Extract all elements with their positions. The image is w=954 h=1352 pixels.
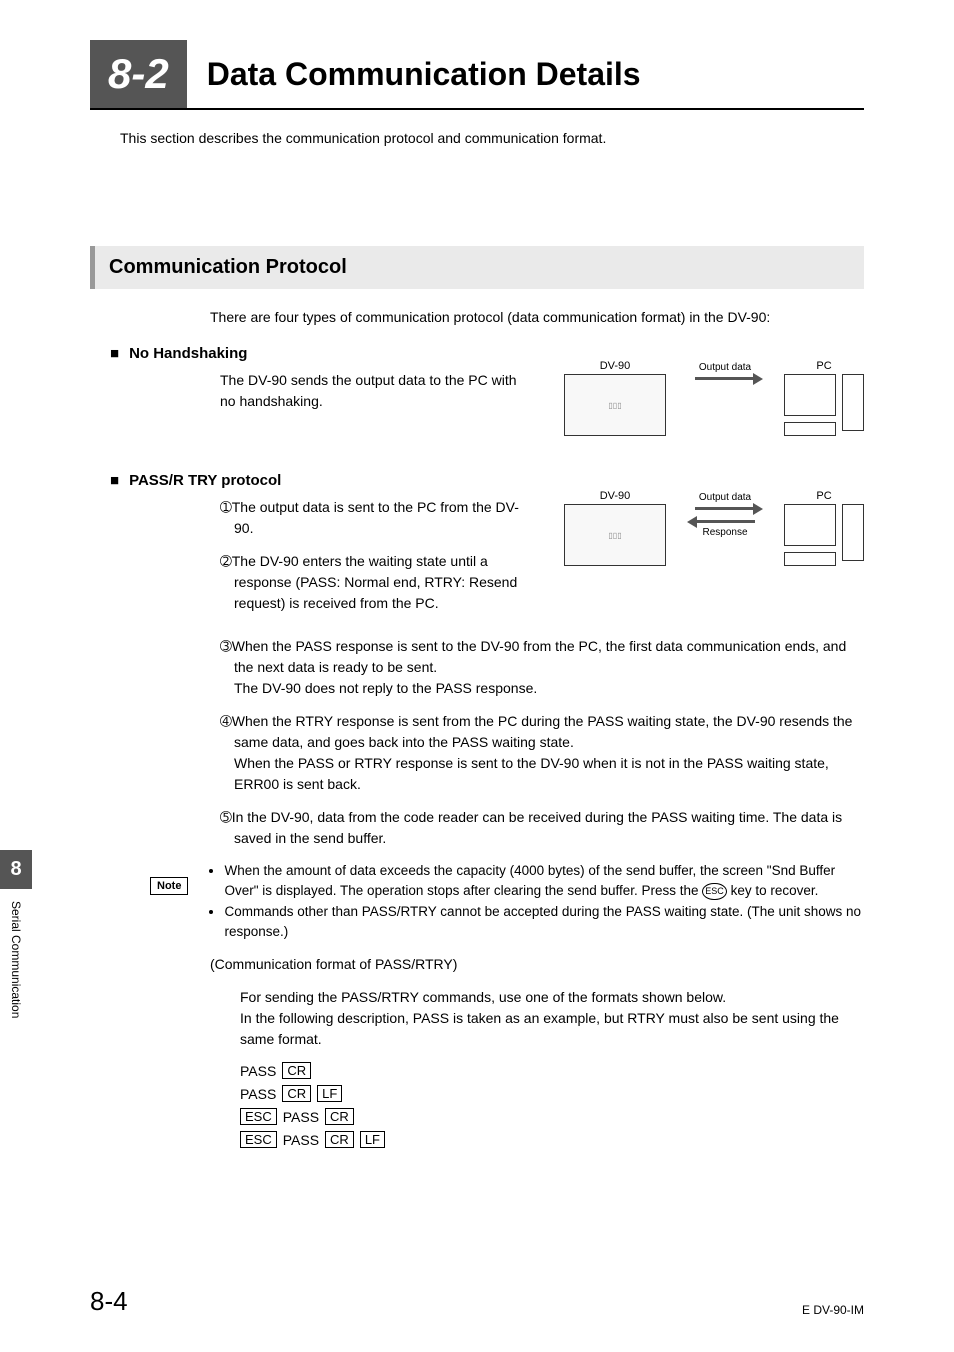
section-heading: Communication Protocol [90, 246, 864, 289]
arrow2-label-response: Response [702, 527, 747, 538]
page-number: 8-4 [90, 1286, 128, 1317]
subheading-pass-rtry: PASS/R TRY protocol [110, 472, 864, 489]
cmd-text: PASS [283, 1132, 319, 1148]
note-bullet-1-postesc: key to recover. [731, 883, 819, 898]
pass-item-3: ➂When the PASS response is sent to the D… [220, 636, 864, 699]
note-body: When the amount of data exceeds the capa… [206, 861, 864, 942]
dv90-device-icon: ▯▯▯ [564, 374, 666, 436]
chapter-intro: This section describes the communication… [120, 130, 864, 146]
arrow-right-icon-2 [695, 507, 755, 510]
diagram2-label-dv90: DV-90 [564, 490, 666, 502]
comm-format-text: For sending the PASS/RTRY commands, use … [240, 987, 864, 1050]
page-footer: 8-4 E DV-90-IM [90, 1286, 864, 1317]
cmd-box-cr: CR [282, 1085, 311, 1102]
note-label: Note [150, 877, 188, 895]
dv90-device-icon-2: ▯▯▯ [564, 504, 666, 566]
cmd-box-lf: LF [360, 1131, 385, 1148]
cmd-text: PASS [240, 1086, 276, 1102]
cmd-box-esc: ESC [240, 1108, 277, 1125]
section-intro: There are four types of communication pr… [210, 309, 864, 325]
diagram-pass-rtry: DV-90 ▯▯▯ Output data Response PC [564, 490, 864, 574]
cmd-row-1: PASS CR [240, 1062, 864, 1079]
diagram-label-dv90: DV-90 [564, 360, 666, 372]
comm-format-heading: (Communication format of PASS/RTRY) [210, 954, 864, 975]
cmd-text: PASS [240, 1063, 276, 1079]
cmd-box-cr: CR [325, 1108, 354, 1125]
pass-item-2: ➁The DV-90 enters the waiting state unti… [220, 551, 534, 614]
note-bullet-2: Commands other than PASS/RTRY cannot be … [224, 902, 864, 943]
cmd-row-3: ESC PASS CR [240, 1108, 864, 1125]
no-handshaking-text: The DV-90 sends the output data to the P… [220, 370, 520, 412]
cmd-box-esc: ESC [240, 1131, 277, 1148]
cmd-box-cr: CR [282, 1062, 311, 1079]
pc-device-icon-2 [784, 504, 864, 574]
cmd-box-cr: CR [325, 1131, 354, 1148]
diagram2-label-pc: PC [784, 490, 864, 502]
esc-key-icon: ESC [702, 883, 727, 901]
arrow-label-output: Output data [699, 362, 751, 373]
pass-item-1: ➀The output data is sent to the PC from … [220, 497, 534, 539]
chapter-header: 8-2 Data Communication Details [90, 40, 864, 110]
chapter-title: Data Communication Details [187, 40, 661, 108]
arrow-right-icon [695, 377, 755, 380]
pc-device-icon [784, 374, 864, 444]
cmd-text: PASS [283, 1109, 319, 1125]
arrow2-label-output: Output data [699, 492, 751, 503]
cmd-box-lf: LF [317, 1085, 342, 1102]
doc-id: E DV-90-IM [802, 1303, 864, 1317]
note-bullet-1: When the amount of data exceeds the capa… [224, 861, 864, 902]
arrow-left-icon [695, 520, 755, 523]
cmd-row-4: ESC PASS CR LF [240, 1131, 864, 1148]
pass-item-4: ➃When the RTRY response is sent from the… [220, 711, 864, 795]
note-block: Note When the amount of data exceeds the… [150, 861, 864, 942]
cmd-row-2: PASS CR LF [240, 1085, 864, 1102]
page-content: 8-2 Data Communication Details This sect… [0, 0, 954, 1194]
chapter-number: 8-2 [90, 40, 187, 108]
diagram-no-handshaking: DV-90 ▯▯▯ Output data PC [564, 360, 864, 444]
diagram-label-pc: PC [784, 360, 864, 372]
pass-item-5: ➄In the DV-90, data from the code reader… [220, 807, 864, 849]
